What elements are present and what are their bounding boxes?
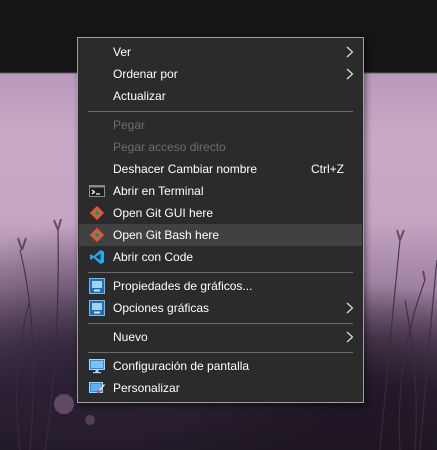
chevron-right-icon xyxy=(346,302,354,314)
menu-item-label: Nuevo xyxy=(113,330,148,344)
menu-item-actualizar[interactable]: Actualizar xyxy=(79,85,362,107)
menu-item-propiedades-graficos[interactable]: Propiedades de gráficos... xyxy=(79,275,362,297)
menu-item-label: Pegar xyxy=(113,118,146,132)
menu-item-label: Actualizar xyxy=(113,89,166,103)
menu-item-label: Ordenar por xyxy=(113,67,178,81)
menu-item-configuracion-pantalla[interactable]: Configuración de pantalla xyxy=(79,355,362,377)
chevron-right-icon xyxy=(346,46,354,58)
terminal-icon xyxy=(89,185,105,197)
menu-item-label: Open Git Bash here xyxy=(113,228,220,242)
intel-graphics-icon xyxy=(89,300,105,316)
menu-item-label: Configuración de pantalla xyxy=(113,359,250,373)
chevron-right-icon xyxy=(346,68,354,80)
menu-item-label: Open Git GUI here xyxy=(113,206,214,220)
menu-item-deshacer[interactable]: Deshacer Cambiar nombre Ctrl+Z xyxy=(79,158,362,180)
menu-separator xyxy=(88,111,353,112)
menu-item-open-git-bash[interactable]: Open Git Bash here xyxy=(79,224,362,246)
menu-item-label: Opciones gráficas xyxy=(113,301,210,315)
menu-item-pegar: Pegar xyxy=(79,114,362,136)
git-icon xyxy=(89,227,105,243)
menu-item-label: Propiedades de gráficos... xyxy=(113,279,253,293)
menu-item-open-git-gui[interactable]: Open Git GUI here xyxy=(79,202,362,224)
menu-item-label: Abrir en Terminal xyxy=(113,184,204,198)
personalize-icon xyxy=(89,382,105,394)
git-icon xyxy=(89,205,105,221)
menu-separator xyxy=(88,272,353,273)
menu-item-label: Deshacer Cambiar nombre xyxy=(113,162,258,176)
menu-item-personalizar[interactable]: Personalizar xyxy=(79,377,362,399)
menu-item-label: Pegar acceso directo xyxy=(113,140,226,154)
menu-separator xyxy=(88,323,353,324)
desktop-context-menu: Ver Ordenar por Actualizar Pegar Pegar a… xyxy=(77,37,364,403)
menu-item-label: Personalizar xyxy=(113,381,180,395)
menu-item-abrir-en-terminal[interactable]: Abrir en Terminal xyxy=(79,180,362,202)
intel-graphics-icon xyxy=(89,278,105,294)
chevron-right-icon xyxy=(346,331,354,343)
menu-item-label: Abrir con Code xyxy=(113,250,194,264)
menu-item-ver[interactable]: Ver xyxy=(79,41,362,63)
menu-item-nuevo[interactable]: Nuevo xyxy=(79,326,362,348)
vscode-icon xyxy=(90,250,104,264)
menu-item-opciones-graficas[interactable]: Opciones gráficas xyxy=(79,297,362,319)
menu-separator xyxy=(88,352,353,353)
menu-item-abrir-con-code[interactable]: Abrir con Code xyxy=(79,246,362,268)
menu-item-shortcut: Ctrl+Z xyxy=(311,162,344,176)
menu-item-pegar-acceso-directo: Pegar acceso directo xyxy=(79,136,362,158)
menu-item-ordenar-por[interactable]: Ordenar por xyxy=(79,63,362,85)
menu-item-label: Ver xyxy=(113,45,132,59)
display-settings-icon xyxy=(89,359,105,374)
